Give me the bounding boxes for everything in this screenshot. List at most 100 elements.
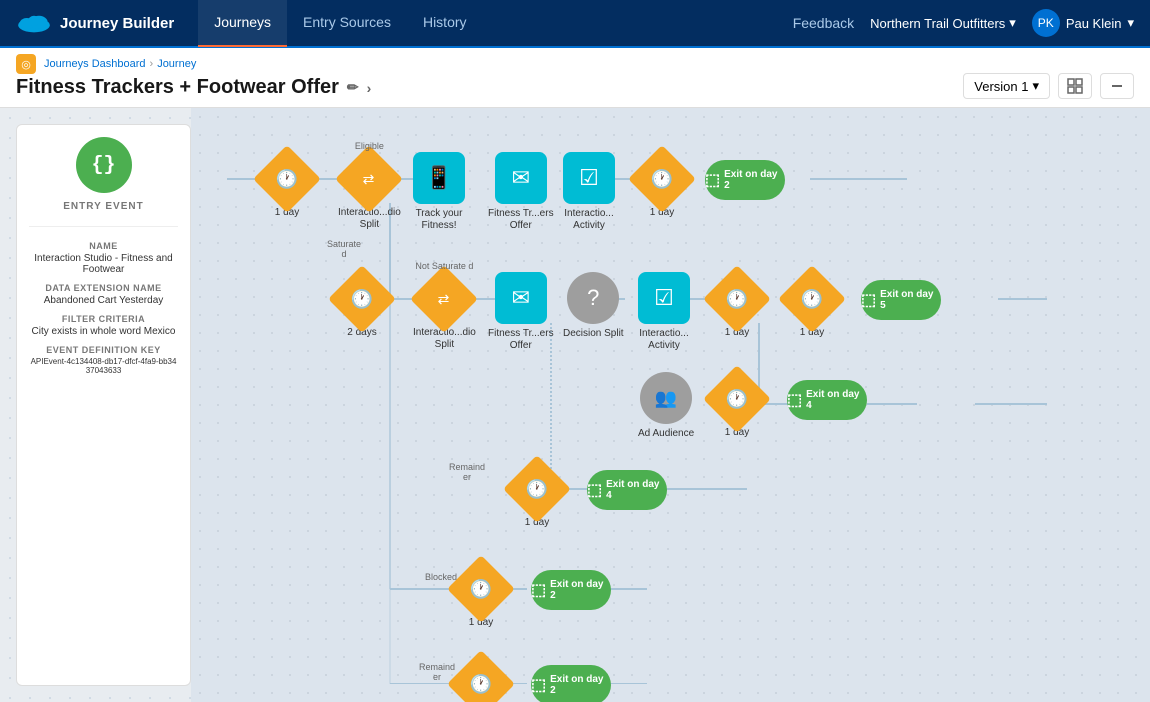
node-label: Interactio...Activity xyxy=(639,328,688,352)
mobile-icon-node: 📱 xyxy=(413,152,465,204)
remainder-label-r3: Remainder xyxy=(449,462,485,482)
saturated-label: Saturated xyxy=(327,239,361,259)
app-title: Journey Builder xyxy=(60,15,174,32)
node-label: Ad Audience xyxy=(638,428,694,440)
exit-button[interactable]: ⬚ Exit on day 4 xyxy=(587,470,667,510)
exit-button[interactable]: ⬚ Exit on day 5 xyxy=(861,280,941,320)
nav-right: Feedback Northern Trail Outfitters ▾ PK … xyxy=(793,9,1134,37)
user-menu[interactable]: PK Pau Klein ▾ xyxy=(1032,9,1134,37)
clock-icon: 🕐 xyxy=(470,673,492,694)
exit-icon: ⬚ xyxy=(787,390,802,410)
clock-icon: 🕐 xyxy=(351,288,373,309)
event-key-label: EVENT DEFINITION KEY xyxy=(46,345,161,355)
node-activity-r1[interactable]: ☑ Interactio...Activity xyxy=(563,152,615,232)
node-1day-r3[interactable]: 🕐 1 day xyxy=(513,465,561,529)
clock-icon: 🕐 xyxy=(726,388,748,409)
exit-label: Exit on day 4 xyxy=(606,479,667,501)
org-selector[interactable]: Northern Trail Outfitters ▾ xyxy=(870,15,1016,31)
node-2days[interactable]: 🕐 2 days xyxy=(338,275,386,339)
node-fitness-offer-r2[interactable]: ✉ Fitness Tr...ersOffer xyxy=(488,272,554,352)
node-label: Fitness Tr...ersOffer xyxy=(488,328,554,352)
tab-history[interactable]: History xyxy=(407,0,483,47)
edit-icon[interactable]: ✏ xyxy=(347,79,359,96)
zoom-out-button[interactable] xyxy=(1100,73,1134,99)
minus-icon xyxy=(1109,78,1125,94)
chevron-down-icon: ▾ xyxy=(1009,15,1016,31)
exit-icon: ⬚ xyxy=(531,580,546,600)
breadcrumb-journeys-dashboard[interactable]: Journeys Dashboard xyxy=(44,58,146,70)
navigate-icon[interactable]: › xyxy=(367,80,372,96)
event-key-value: APIEvent-4c134408-db17-dfcf-4fa9-bb34370… xyxy=(29,357,178,375)
tab-entry-sources[interactable]: Entry Sources xyxy=(287,0,407,47)
exit-button[interactable]: ⬚ Exit on day 2 xyxy=(531,570,611,610)
node-exit-day4-r2b[interactable]: ⬚ Exit on day 4 xyxy=(787,380,867,420)
node-ad-audience[interactable]: 👥 Ad Audience xyxy=(638,372,694,440)
node-1day-r1[interactable]: 🕐 1 day xyxy=(263,155,311,219)
node-track-fitness[interactable]: 📱 Track yourFitness! xyxy=(413,152,465,232)
breadcrumb-separator: › xyxy=(150,58,154,70)
node-activity-r2[interactable]: ☑ Interactio...Activity xyxy=(638,272,690,352)
salesforce-cloud-icon xyxy=(16,11,52,35)
blocked-label: Blocked xyxy=(425,572,457,582)
node-1day-r2b[interactable]: 🕐 1 day xyxy=(788,275,836,339)
clock-icon: 🕐 xyxy=(651,168,673,189)
version-selector[interactable]: Version 1 ▾ xyxy=(963,73,1050,99)
tab-journeys[interactable]: Journeys xyxy=(198,0,287,47)
exit-button[interactable]: ⬚ Exit on day 4 xyxy=(787,380,867,420)
exit-icon: ⬚ xyxy=(531,675,546,695)
not-saturated-label: Not Saturate d xyxy=(415,261,473,271)
exit-button[interactable]: ⬚ Exit on day 2 xyxy=(705,160,785,200)
clock-icon: 🕐 xyxy=(526,478,548,499)
node-label: Track yourFitness! xyxy=(416,208,463,232)
breadcrumb-journey[interactable]: Journey xyxy=(157,58,196,70)
node-fitness-offer-r1[interactable]: ✉ Fitness Tr...ersOffer xyxy=(488,152,554,232)
node-exit-day5[interactable]: ⬚ Exit on day 5 xyxy=(861,280,941,320)
node-1day-r2c[interactable]: 🕐 1 day xyxy=(713,375,761,439)
split-icon: ⇄ xyxy=(364,170,376,187)
node-1day-r5[interactable]: 🕐 1 day xyxy=(457,660,505,702)
breadcrumb: ◎ Journeys Dashboard › Journey xyxy=(16,54,371,74)
exit-button[interactable]: ⬚ Exit on day 2 xyxy=(531,665,611,702)
exit-label: Exit on day 2 xyxy=(550,674,611,696)
activity-icon-node: ☑ xyxy=(638,272,690,324)
entry-event-panel: {} ENTRY EVENT NAME Interaction Studio -… xyxy=(16,124,191,686)
journey-canvas[interactable]: 🕐 1 day ⇄ Interactio...dioSplit Eligible… xyxy=(191,108,1150,702)
clock-icon: 🕐 xyxy=(470,578,492,599)
node-interaction-split-r2[interactable]: ⇄ Interactio...dioSplit Not Saturate d xyxy=(413,275,476,351)
filter-criteria-value: City exists in whole word Mexico xyxy=(32,326,176,337)
node-1day-r4[interactable]: 🕐 1 day xyxy=(457,565,505,629)
node-exit-day2-r5[interactable]: ⬚ Exit on day 2 xyxy=(531,665,611,702)
exit-label: Exit on day 2 xyxy=(724,169,785,191)
data-ext-label: DATA EXTENSION NAME xyxy=(45,283,161,293)
top-navigation: Journey Builder Journeys Entry Sources H… xyxy=(0,0,1150,48)
node-decision-split[interactable]: ? Decision Split xyxy=(563,272,624,340)
audience-icon-node: 👥 xyxy=(640,372,692,424)
email-icon-node: ✉ xyxy=(495,152,547,204)
node-1day-r2a[interactable]: 🕐 1 day xyxy=(713,275,761,339)
exit-icon: ⬚ xyxy=(705,170,720,190)
entry-event-label: ENTRY EVENT xyxy=(63,201,143,212)
page-title: Fitness Trackers + Footwear Offer ✏ › xyxy=(16,76,371,107)
name-field-value: Interaction Studio - Fitness and Footwea… xyxy=(29,253,178,275)
decision-icon-node: ? xyxy=(567,272,619,324)
exit-label: Exit on day 4 xyxy=(806,389,867,411)
grid-view-button[interactable] xyxy=(1058,73,1092,99)
nav-tabs: Journeys Entry Sources History xyxy=(198,0,482,47)
eligible-label: Eligible xyxy=(355,141,384,151)
node-1day-r1b[interactable]: 🕐 1 day xyxy=(638,155,686,219)
avatar: PK xyxy=(1032,9,1060,37)
chevron-down-icon: ▾ xyxy=(1127,15,1134,31)
node-exit-day2-r1[interactable]: ⬚ Exit on day 2 xyxy=(705,160,785,200)
breadcrumb-toolbar: Version 1 ▾ xyxy=(963,73,1134,107)
node-label: Fitness Tr...ersOffer xyxy=(488,208,554,232)
node-exit-day4-r3[interactable]: ⬚ Exit on day 4 xyxy=(587,470,667,510)
exit-icon: ⬚ xyxy=(861,290,876,310)
main-area: {} ENTRY EVENT NAME Interaction Studio -… xyxy=(0,108,1150,702)
activity-icon-node: ☑ xyxy=(563,152,615,204)
feedback-link[interactable]: Feedback xyxy=(793,15,854,31)
chevron-down-icon: ▾ xyxy=(1032,78,1039,94)
node-interaction-split-r1[interactable]: ⇄ Interactio...dioSplit Eligible xyxy=(338,155,401,231)
node-exit-day2-r4[interactable]: ⬚ Exit on day 2 xyxy=(531,570,611,610)
exit-label: Exit on day 5 xyxy=(880,289,941,311)
canvas-inner: 🕐 1 day ⇄ Interactio...dioSplit Eligible… xyxy=(207,124,1107,684)
